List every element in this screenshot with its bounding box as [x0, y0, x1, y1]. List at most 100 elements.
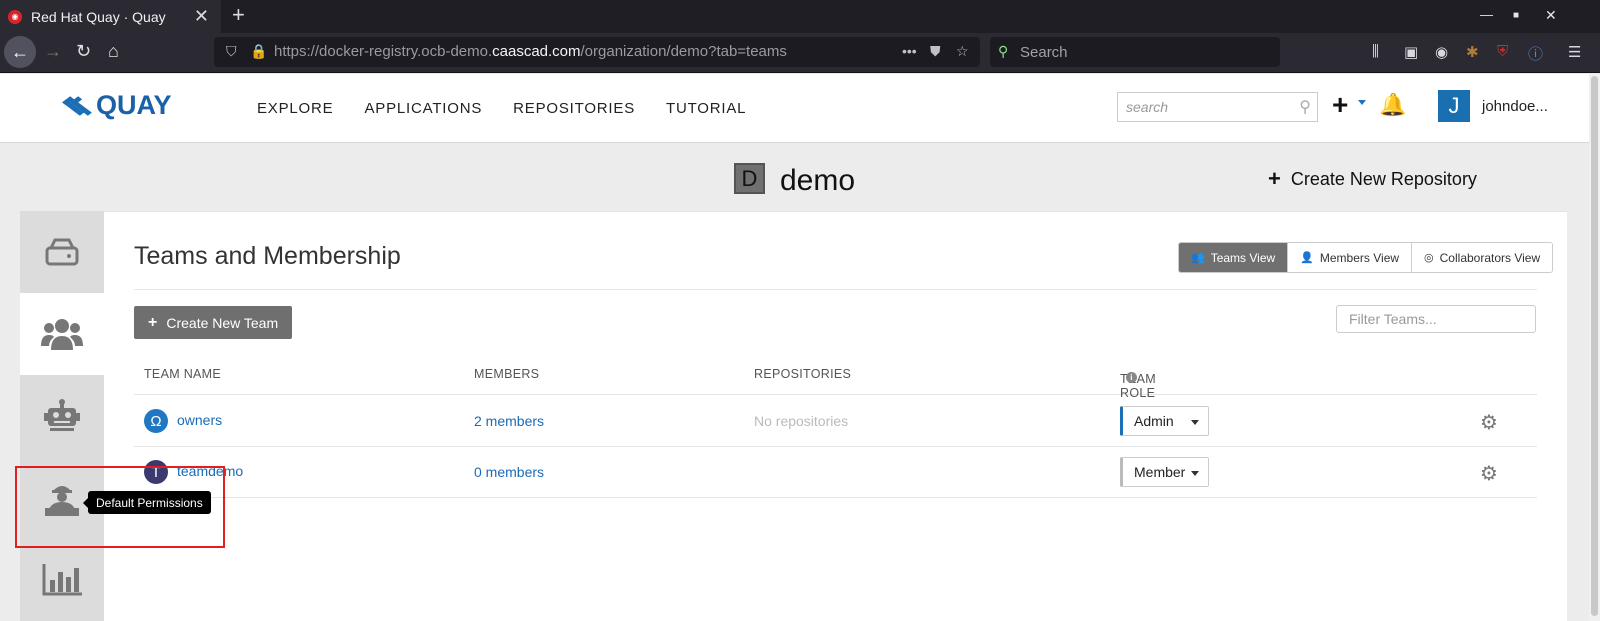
nav-repositories[interactable]: REPOSITORIES: [513, 100, 635, 117]
forward-icon[interactable]: →: [44, 41, 62, 62]
create-team-label: Create New Team: [166, 314, 279, 331]
divider: [134, 289, 1537, 290]
org-name: demo: [780, 164, 856, 197]
account-icon[interactable]: ◉: [1435, 43, 1448, 61]
back-icon[interactable]: ←: [4, 36, 36, 68]
sidebar-icon[interactable]: ▣: [1404, 43, 1418, 61]
members-view-label: Members View: [1319, 250, 1400, 265]
plus-icon: +: [1268, 166, 1281, 191]
teams-view-button[interactable]: 👥 Teams View: [1179, 243, 1288, 272]
user-avatar[interactable]: J: [1438, 90, 1470, 122]
bell-icon[interactable]: 🔔: [1379, 92, 1406, 118]
quay-header: QUAY EXPLORE APPLICATIONS REPOSITORIES T…: [0, 74, 1600, 143]
nav-explore[interactable]: EXPLORE: [257, 100, 333, 117]
users-icon: 👥: [1191, 252, 1205, 264]
caret-down-icon: [1191, 420, 1199, 425]
caret-down-icon: [1191, 471, 1199, 476]
column-repositories[interactable]: REPOSITORIES: [754, 367, 851, 381]
lock-icon: 🔒: [250, 43, 268, 59]
quay-search: ⚲: [1117, 92, 1318, 122]
tab-title: Red Hat Quay · Quay: [31, 8, 166, 25]
table-row: Ω owners 2 members No repositories Admin…: [134, 396, 1537, 447]
team-role-select[interactable]: Admin: [1120, 406, 1209, 436]
team-members-link[interactable]: 0 members: [474, 464, 544, 480]
filter-teams-input[interactable]: [1336, 305, 1536, 333]
table-header: TEAM NAME MEMBERS REPOSITORIES TEAM ROLE…: [134, 362, 1537, 400]
menu-icon[interactable]: ☰: [1568, 43, 1581, 61]
new-tab-icon[interactable]: +: [232, 2, 245, 28]
sidebar-item-repositories[interactable]: [20, 211, 104, 293]
team-name-link[interactable]: owners: [177, 412, 222, 428]
quay-logo-icon: [62, 91, 96, 121]
shield-icon[interactable]: ⛉: [226, 43, 237, 60]
column-team-name[interactable]: TEAM NAME: [144, 367, 221, 381]
browser-tabbar: ◉ Red Hat Quay · Quay ✕ + — ■ ✕: [0, 0, 1600, 33]
sidebar-item-usage-logs[interactable]: [20, 539, 104, 621]
password-manager-icon[interactable]: ⓘ: [1528, 43, 1543, 64]
team-avatar: Ω: [144, 409, 168, 433]
sidebar-item-robot-accounts[interactable]: [20, 375, 104, 457]
drive-icon: [45, 238, 79, 266]
minimize-icon[interactable]: —: [1480, 7, 1493, 22]
gear-icon[interactable]: ⚙: [1480, 410, 1498, 435]
team-role-select[interactable]: Member: [1120, 457, 1209, 487]
browser-search[interactable]: ⚲ Search: [990, 37, 1280, 67]
create-plus-icon[interactable]: +: [1332, 89, 1348, 121]
plus-icon: +: [148, 313, 158, 331]
logo-text: QUAY: [96, 90, 172, 120]
browser-search-placeholder: Search: [1020, 43, 1068, 61]
table-row: T teamdemo 0 members Member ⚙: [134, 447, 1537, 498]
view-toggle-group: 👥 Teams View 👤 Members View ◎ Collaborators…: [1178, 242, 1554, 273]
user-icon: 👤: [1300, 252, 1314, 264]
main-nav: EXPLORE APPLICATIONS REPOSITORIES TUTORI…: [257, 100, 746, 117]
column-members[interactable]: MEMBERS: [474, 367, 539, 381]
info-icon[interactable]: i: [1126, 372, 1137, 383]
ublock-icon[interactable]: ⛨: [1497, 43, 1508, 60]
highlight-box: [15, 466, 225, 548]
team-role-value: Member: [1134, 464, 1186, 480]
library-icon[interactable]: ⫼: [1372, 43, 1379, 60]
teams-panel: Teams and Membership 👥 Teams View 👤 Member…: [104, 211, 1567, 621]
pocket-icon[interactable]: ⛊: [930, 43, 941, 60]
robot-icon: [44, 399, 80, 431]
sidebar-item-teams[interactable]: [20, 293, 104, 375]
user-circle-icon: ◎: [1424, 252, 1434, 264]
search-icon[interactable]: ⚲: [1299, 97, 1311, 117]
quay-logo[interactable]: QUAY: [62, 90, 172, 121]
search-icon: ⚲: [998, 43, 1009, 59]
collaborators-view-label: Collaborators View: [1439, 250, 1541, 265]
scrollbar-thumb[interactable]: [1591, 76, 1598, 616]
teams-view-label: Teams View: [1210, 250, 1276, 265]
team-repositories: No repositories: [754, 413, 849, 429]
maximize-icon[interactable]: ■: [1513, 10, 1519, 21]
home-icon[interactable]: ⌂: [108, 41, 119, 62]
quay-search-input[interactable]: [1118, 93, 1288, 121]
redhat-favicon-icon: ◉: [8, 9, 22, 24]
members-view-button[interactable]: 👤 Members View: [1287, 243, 1412, 272]
org-avatar: D: [734, 163, 765, 194]
more-actions-icon[interactable]: •••: [902, 43, 917, 59]
extension-icon[interactable]: ✱: [1466, 43, 1479, 61]
create-repository-label: Create New Repository: [1290, 168, 1477, 189]
collaborators-view-button[interactable]: ◎ Collaborators View: [1411, 243, 1553, 272]
close-tab-icon[interactable]: ✕: [194, 6, 209, 27]
nav-applications[interactable]: APPLICATIONS: [364, 100, 482, 117]
close-window-icon[interactable]: ✕: [1545, 7, 1557, 24]
create-team-button[interactable]: + Create New Team: [134, 306, 293, 339]
url-text: https://docker-registry.ocb-demo.caascad…: [274, 43, 787, 60]
gear-icon[interactable]: ⚙: [1480, 461, 1498, 486]
username[interactable]: johndoe...: [1482, 98, 1548, 115]
page-scrollbar[interactable]: [1589, 74, 1600, 621]
browser-tab[interactable]: ◉ Red Hat Quay · Quay ✕: [0, 0, 221, 33]
url-bar[interactable]: ⛉ 🔒 https://docker-registry.ocb-demo.caa…: [214, 37, 980, 67]
create-repository-button[interactable]: + Create New Repository: [1268, 166, 1477, 192]
chevron-down-icon[interactable]: [1358, 100, 1366, 105]
team-members-link[interactable]: 2 members: [474, 413, 544, 429]
team-role-value: Admin: [1134, 413, 1174, 429]
nav-tutorial[interactable]: TUTORIAL: [666, 100, 746, 117]
bookmark-star-icon[interactable]: ☆: [956, 43, 969, 60]
bar-chart-icon: [42, 564, 82, 596]
browser-navbar: ← → ↻ ⌂ ⛉ 🔒 https://docker-registry.ocb-…: [0, 33, 1600, 73]
users-icon: [41, 319, 83, 350]
reload-icon[interactable]: ↻: [76, 41, 91, 62]
